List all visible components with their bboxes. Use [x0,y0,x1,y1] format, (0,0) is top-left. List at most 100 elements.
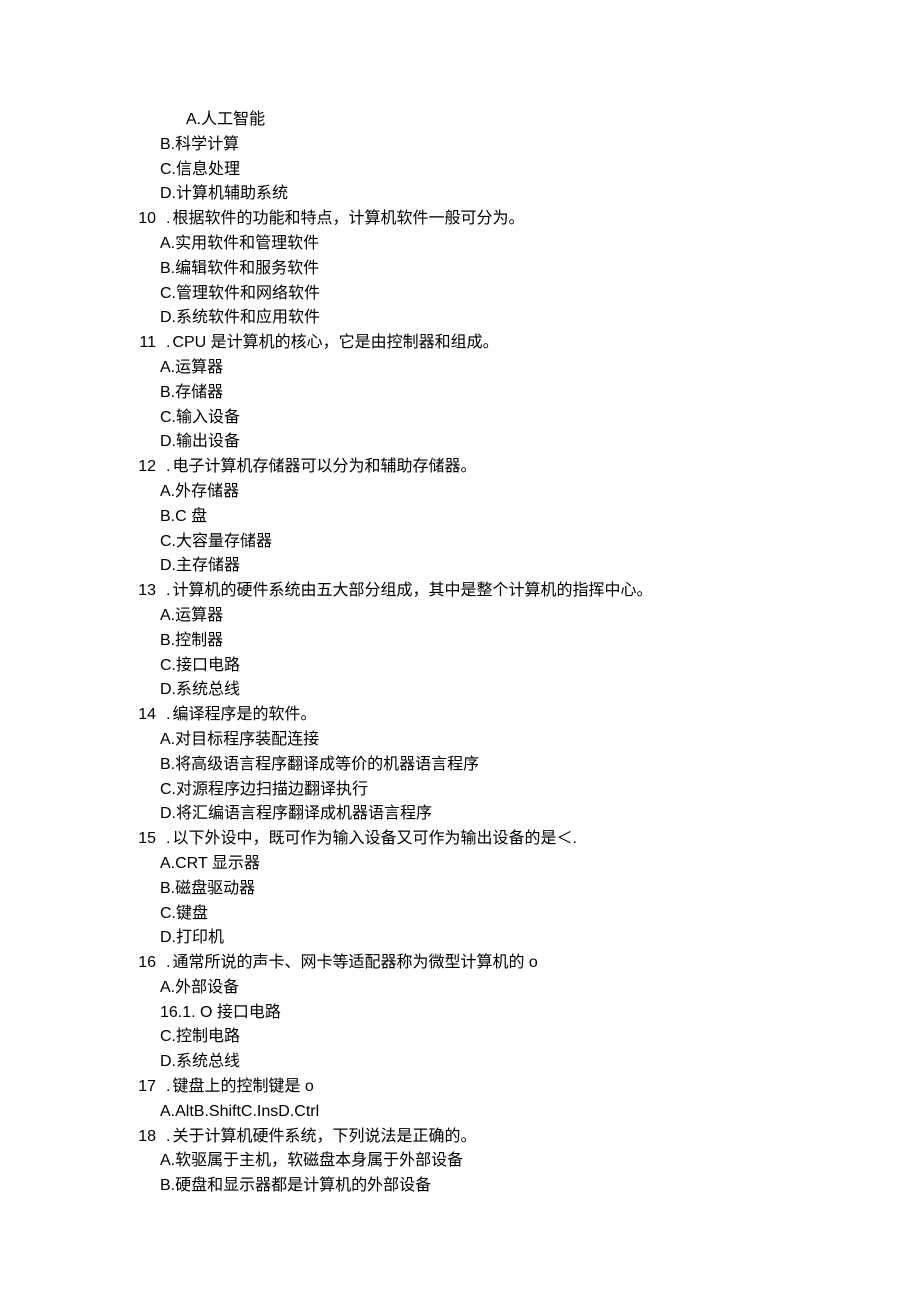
option-text: 硬盘和显示器都是计算机的外部设备 [175,1177,431,1194]
question-line: 11.CPU 是计算机的核心，它是由控制器和组成。 [130,331,790,356]
option-label: B. [160,384,175,401]
option-label: A. [160,1152,175,1169]
intro-option: B.科学计算 [130,133,790,158]
option-line: C.输入设备 [130,406,790,431]
option-text: 计算机辅助系统 [176,185,288,202]
option-line: B.磁盘驱动器 [130,877,790,902]
option-line: D.系统总线 [130,678,790,703]
option-text: 系统软件和应用软件 [176,309,320,326]
question-separator: . [156,1075,172,1100]
intro-option: A.人工智能 [130,108,790,133]
option-text: 键盘 [176,905,208,922]
question-separator: . [156,951,172,976]
option-text: 将汇编语言程序翻译成机器语言程序 [176,805,432,822]
option-label: A. [160,483,175,500]
question-number: 13 [130,579,156,604]
option-line: A.运算器 [130,356,790,381]
option-text: 外存储器 [175,483,239,500]
option-label: D. [160,681,176,698]
option-text: 管理软件和网络软件 [176,285,320,302]
option-label: A. [160,359,175,376]
option-text: 输出设备 [176,433,240,450]
question-line: 17.键盘上的控制键是 o [130,1075,790,1100]
option-label: B. [160,1177,175,1194]
option-text: AltB.ShiftC.InsD.Ctrl [175,1103,319,1120]
option-line: A.运算器 [130,604,790,629]
option-line: C.接口电路 [130,654,790,679]
option-line: A.对目标程序装配连接 [130,728,790,753]
option-line: C.大容量存储器 [130,530,790,555]
option-label: D. [160,1053,176,1070]
option-line: C.管理软件和网络软件 [130,282,790,307]
option-label: A. [160,607,175,624]
option-line: D.系统总线 [130,1050,790,1075]
option-line: A.软驱属于主机，软磁盘本身属于外部设备 [130,1149,790,1174]
question-number: 10 [130,207,156,232]
option-label: B. [160,632,175,649]
option-label: A. [160,235,175,252]
option-text: 编辑软件和服务软件 [175,260,319,277]
question-separator: . [156,1125,172,1150]
option-text: 打印机 [176,929,224,946]
option-label: C. [160,285,176,302]
question-text: 通常所说的声卡、网卡等适配器称为微型计算机的 o [172,951,790,976]
option-text: 运算器 [175,359,223,376]
option-line: B.C 盘 [130,505,790,530]
option-text: 外部设备 [175,979,239,996]
option-text: 系统总线 [176,1053,240,1070]
option-line: A.外存储器 [130,480,790,505]
option-text: CRT 显示器 [175,855,260,872]
option-label: C. [160,409,176,426]
option-text: 信息处理 [176,161,240,178]
question-separator: . [156,703,172,728]
question-separator: . [156,827,172,852]
option-label: C. [160,161,176,178]
option-line: D.打印机 [130,926,790,951]
option-text: 控制器 [175,632,223,649]
option-line: B.编辑软件和服务软件 [130,257,790,282]
option-label: D. [160,433,176,450]
intro-option: D.计算机辅助系统 [130,182,790,207]
option-label: A. [160,1103,175,1120]
question-text: 编译程序是的软件。 [172,703,790,728]
option-label: C. [160,657,176,674]
question-separator: . [156,331,172,356]
option-line: D.系统软件和应用软件 [130,306,790,331]
question-text: 关于计算机硬件系统，下列说法是正确的。 [172,1125,790,1150]
question-line: 10.根据软件的功能和特点，计算机软件一般可分为。 [130,207,790,232]
option-line: B.将高级语言程序翻译成等价的机器语言程序 [130,753,790,778]
option-label: D. [160,805,176,822]
question-separator: . [156,207,172,232]
option-line: D.主存储器 [130,554,790,579]
option-label: A. [160,979,175,996]
question-line: 14.编译程序是的软件。 [130,703,790,728]
document-content: A.人工智能B.科学计算C.信息处理D.计算机辅助系统10.根据软件的功能和特点… [130,108,790,1199]
option-label: D. [160,929,176,946]
question-line: 18.关于计算机硬件系统，下列说法是正确的。 [130,1125,790,1150]
question-line: 16.通常所说的声卡、网卡等适配器称为微型计算机的 o [130,951,790,976]
option-label: C. [160,1028,176,1045]
option-line: B.硬盘和显示器都是计算机的外部设备 [130,1174,790,1199]
option-label: D. [160,557,176,574]
option-text: 实用软件和管理软件 [175,235,319,252]
question-separator: . [156,579,172,604]
option-label: C. [160,781,176,798]
intro-option: C.信息处理 [130,158,790,183]
question-number: 17 [130,1075,156,1100]
option-label: 16.1. [160,1004,196,1021]
question-number: 18 [130,1125,156,1150]
option-line: C.控制电路 [130,1025,790,1050]
option-label: C. [160,533,176,550]
option-line: C.对源程序边扫描边翻译执行 [130,778,790,803]
option-text: O 接口电路 [196,1004,281,1021]
option-line: A.AltB.ShiftC.InsD.Ctrl [130,1100,790,1125]
option-label: B. [160,756,175,773]
option-label: B. [160,260,175,277]
option-line: A.CRT 显示器 [130,852,790,877]
option-text: 对源程序边扫描边翻译执行 [176,781,368,798]
option-line: D.输出设备 [130,430,790,455]
option-label: A. [160,855,175,872]
option-text: 接口电路 [176,657,240,674]
option-line: B.控制器 [130,629,790,654]
option-text: 人工智能 [201,111,265,128]
